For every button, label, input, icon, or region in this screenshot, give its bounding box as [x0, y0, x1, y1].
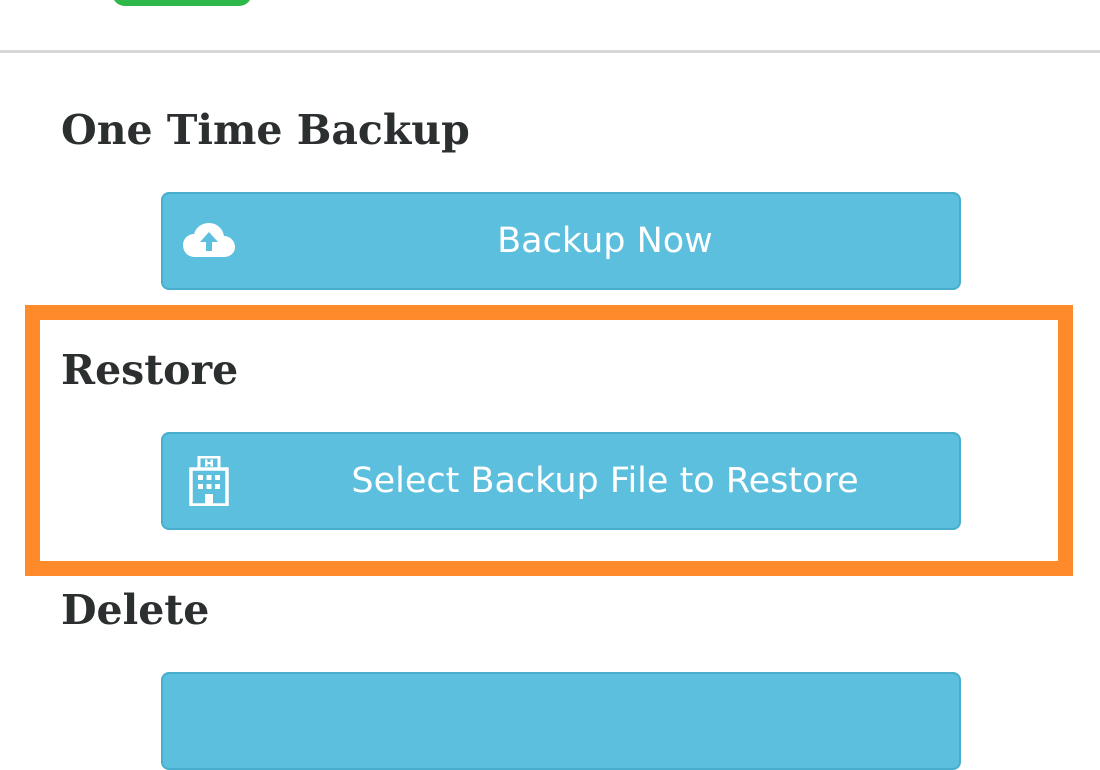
- divider: [0, 50, 1100, 53]
- enable-toggle[interactable]: [112, 0, 252, 6]
- cloud-upload-icon: [181, 213, 237, 269]
- backup-now-label: Backup Now: [497, 221, 713, 261]
- backup-now-button[interactable]: Backup Now: [161, 192, 961, 290]
- select-backup-file-button[interactable]: Select Backup File to Restore: [161, 432, 961, 530]
- delete-button[interactable]: [161, 672, 961, 770]
- one-time-backup-heading: One Time Backup: [61, 106, 470, 154]
- delete-heading: Delete: [61, 586, 210, 634]
- restore-heading: Restore: [61, 346, 239, 394]
- select-backup-file-label: Select Backup File to Restore: [351, 461, 859, 501]
- building-icon: [181, 453, 237, 509]
